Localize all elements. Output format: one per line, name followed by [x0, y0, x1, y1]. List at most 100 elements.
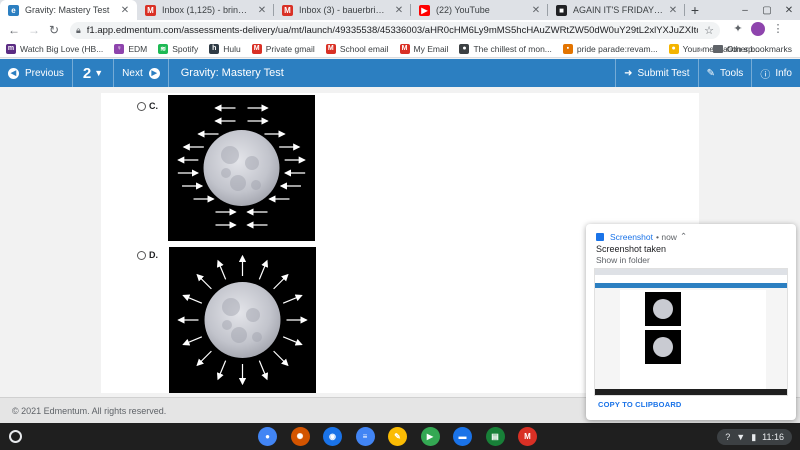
close-tab-icon[interactable]: ✕: [119, 5, 131, 16]
arrow: [258, 360, 269, 381]
classroom-icon[interactable]: ▤: [485, 427, 505, 446]
edm-icon: ♀: [114, 43, 125, 54]
gmail-icon[interactable]: M: [518, 427, 537, 446]
submit-icon: ➜: [624, 67, 633, 79]
bookmark-star-icon[interactable]: ☆: [704, 24, 714, 37]
radio-c[interactable]: [137, 101, 146, 111]
system-tray[interactable]: ? ▼ ▮ 11:16: [717, 429, 792, 445]
chevron-up-icon[interactable]: ⌃: [680, 231, 687, 242]
option-c-label: C.: [149, 101, 158, 111]
arrow: [182, 294, 203, 304]
moon: [204, 282, 281, 358]
browser-tab[interactable]: M Inbox (1,125) - brinnleybauer07 ✕: [137, 0, 274, 20]
previous-button[interactable]: ◀ Previous: [0, 59, 72, 87]
moon-crater: [246, 308, 260, 322]
wifi-icon: ▼: [736, 432, 746, 442]
menu-icon[interactable]: ⋮: [768, 22, 788, 39]
gmail-icon: M: [282, 4, 293, 16]
keep-icon[interactable]: ✎: [388, 427, 407, 446]
bookmark-item[interactable]: ▪ pride parade:revam...: [562, 43, 658, 54]
more-bookmarks-button[interactable]: »: [698, 44, 703, 54]
screenshot-thumbnail[interactable]: [594, 268, 788, 396]
browser-tab[interactable]: M Inbox (3) - bauerbri6111@stude ✕: [274, 0, 411, 20]
arrow: [282, 294, 303, 304]
profile-avatar[interactable]: [748, 21, 768, 39]
other-bookmarks[interactable]: Other bookmarks: [727, 44, 792, 54]
arrow: [216, 259, 227, 280]
moon-inward-arrows-image[interactable]: [168, 95, 315, 241]
test-title: Gravity: Mastery Test: [180, 67, 284, 79]
docs-icon[interactable]: ≡: [355, 427, 375, 446]
bookmark-label: EDM: [128, 43, 148, 54]
info-label: Info: [775, 67, 792, 79]
radio-d[interactable]: [137, 250, 146, 260]
page-selector[interactable]: 2 ▼: [73, 65, 113, 82]
tools-button[interactable]: ✎ Tools: [699, 59, 752, 87]
bookmark-item[interactable]: M School email: [325, 43, 389, 54]
close-tab-icon[interactable]: ✕: [256, 5, 268, 16]
bookmark-label: My Email: [413, 43, 449, 54]
screenshot-notification[interactable]: Screenshot • now ⌃ Screenshot taken Show…: [586, 224, 796, 420]
bookmark-label: Hulu: [223, 43, 241, 54]
close-tab-icon[interactable]: ✕: [393, 5, 405, 16]
bookmark-item[interactable]: m Watch Big Love (HB...: [6, 43, 103, 54]
moon-outward-arrows-image[interactable]: [169, 247, 316, 393]
browser-toolbar: ← → ↻ 🔒︎ f1.app.edmentum.com/assessments…: [0, 20, 800, 40]
shelf-apps: ● ✺ ◉ ≡ ✎ ▶ ▬ ▤ M: [258, 427, 551, 446]
browser-tab[interactable]: ▶ (22) YouTube ✕: [411, 0, 548, 20]
maximize-icon[interactable]: ▢: [756, 5, 778, 16]
browser-tab[interactable]: e Gravity: Mastery Test ✕: [0, 0, 137, 20]
next-label: Next: [122, 67, 143, 79]
submit-test-button[interactable]: ➜ Submit Test: [616, 59, 697, 87]
bookmark-item[interactable]: M Private gmail: [251, 43, 315, 54]
bookmark-item[interactable]: M My Email: [399, 43, 449, 54]
show-in-folder-link[interactable]: Show in folder: [596, 255, 650, 265]
tab-title: Inbox (1,125) - brinnleybauer07: [162, 5, 252, 15]
lock-icon: 🔒︎: [76, 24, 81, 35]
back-arrow-icon[interactable]: ←: [4, 20, 24, 40]
bookmark-label: School email: [339, 43, 389, 54]
extension-icon[interactable]: ✦: [728, 22, 748, 39]
new-tab-button[interactable]: +: [685, 0, 705, 20]
address-bar[interactable]: 🔒︎ f1.app.edmentum.com/assessments-deliv…: [70, 21, 720, 39]
arrow: [182, 336, 203, 346]
minimize-icon[interactable]: –: [734, 5, 756, 16]
youtube-icon: ▶: [419, 4, 430, 16]
camera-icon[interactable]: ◉: [323, 427, 342, 446]
browser-tab[interactable]: ■ AGAIN IT'S FRIDAY PEEPS (keyb ✕: [548, 0, 685, 20]
app-icon-red[interactable]: ✺: [290, 427, 310, 446]
close-window-icon[interactable]: ✕: [778, 5, 800, 16]
launcher-icon[interactable]: [9, 430, 22, 443]
close-tab-icon[interactable]: ✕: [530, 5, 542, 16]
bookmark-item[interactable]: ● The chillest of mon...: [459, 43, 552, 54]
moon-crater: [230, 175, 246, 191]
clock: 11:16: [762, 432, 784, 442]
files-icon[interactable]: ▬: [453, 427, 472, 446]
copyright-text: © 2021 Edmentum. All rights reserved.: [12, 405, 167, 416]
arrow: [273, 273, 289, 290]
moon-crater: [245, 156, 259, 170]
previous-arrow-icon: ◀: [8, 67, 19, 79]
tab-title: AGAIN IT'S FRIDAY PEEPS (keyb: [573, 5, 663, 15]
close-tab-icon[interactable]: ✕: [667, 5, 679, 16]
next-button[interactable]: Next ▶: [114, 59, 168, 87]
bookmark-item[interactable]: ≋ Spotify: [158, 43, 198, 54]
chrome-icon[interactable]: ●: [258, 427, 277, 446]
hulu-icon: h: [209, 43, 220, 54]
bookmark-item[interactable]: ♀ EDM: [114, 43, 148, 54]
meditation-icon: ●: [668, 43, 679, 54]
info-button[interactable]: ⓘ Info: [752, 59, 800, 87]
option-d[interactable]: D.: [137, 250, 158, 260]
wrench-icon: ✎: [706, 67, 715, 79]
window-controls: – ▢ ✕: [734, 0, 800, 20]
bookmark-item[interactable]: h Hulu: [209, 43, 241, 54]
copy-to-clipboard-button[interactable]: COPY TO CLIPBOARD: [598, 400, 682, 409]
hbo-icon: m: [6, 43, 16, 54]
forward-arrow-icon[interactable]: →: [24, 20, 44, 40]
folder-icon: [712, 45, 723, 53]
option-c[interactable]: C.: [137, 101, 158, 111]
play-store-icon[interactable]: ▶: [420, 427, 440, 446]
reload-icon[interactable]: ↻: [44, 20, 64, 40]
web-icon: ●: [459, 43, 470, 54]
gmail-icon: M: [399, 43, 410, 54]
